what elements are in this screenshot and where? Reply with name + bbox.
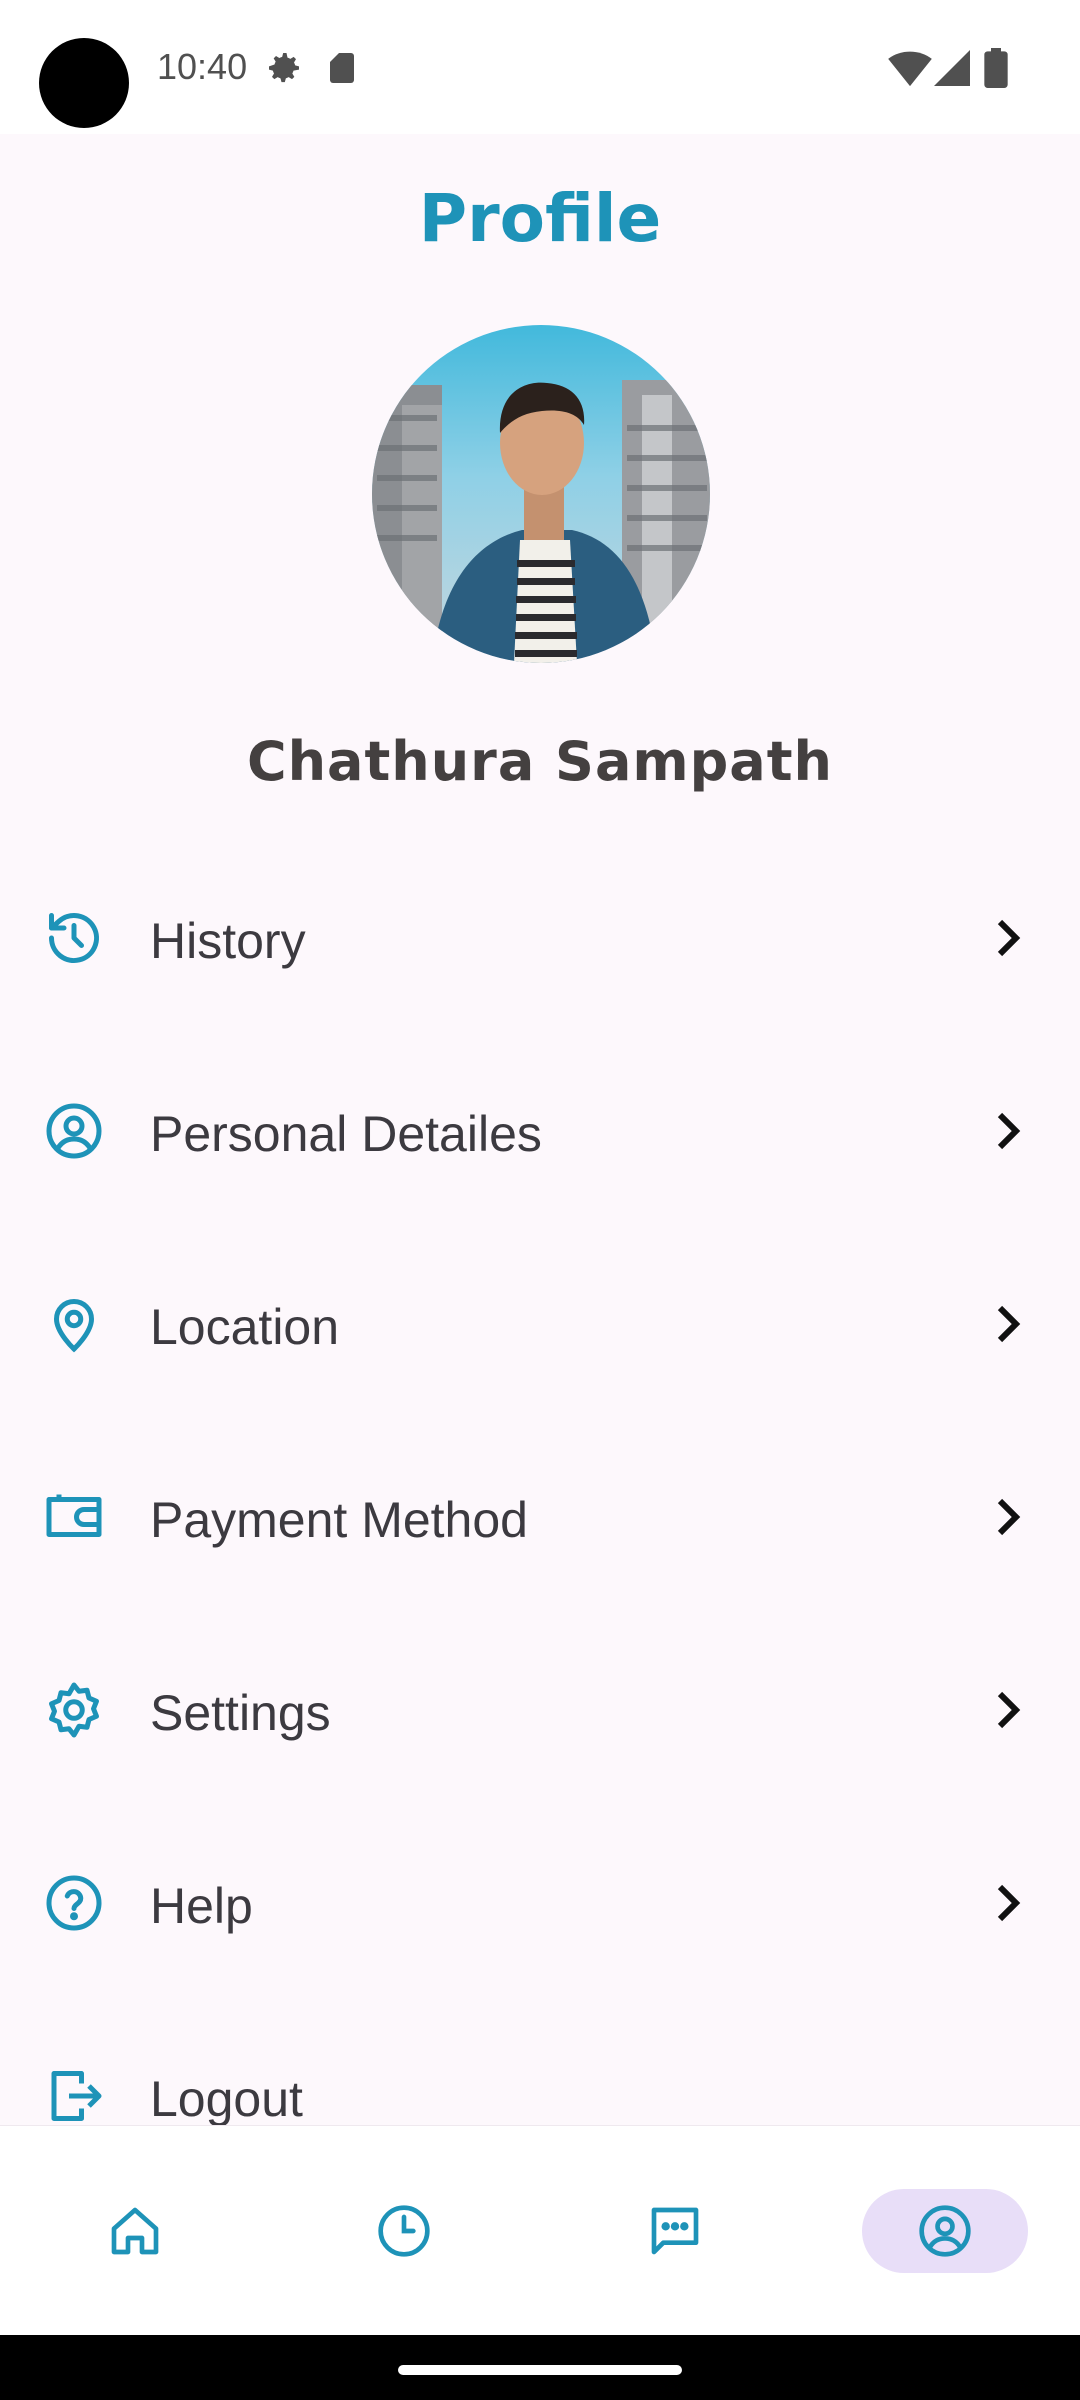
chat-icon bbox=[651, 2207, 699, 2255]
home-gesture-handle[interactable] bbox=[398, 2365, 682, 2375]
sd-card-icon bbox=[324, 48, 360, 93]
avatar[interactable] bbox=[372, 325, 710, 663]
menu-item-help[interactable]: Help bbox=[0, 1833, 1080, 1973]
status-bar: 10:40 bbox=[0, 0, 1080, 134]
menu-item-label: History bbox=[150, 913, 306, 969]
chevron-right-icon bbox=[990, 916, 1026, 960]
battery-icon bbox=[982, 48, 1010, 93]
wifi-icon bbox=[888, 48, 932, 93]
page-title: Profile bbox=[418, 180, 662, 257]
user-name: Chathura Sampath bbox=[246, 730, 834, 793]
logout-icon bbox=[44, 2066, 104, 2126]
nav-profile[interactable] bbox=[862, 2189, 1028, 2273]
chevron-right-icon bbox=[990, 1302, 1026, 1346]
nav-home[interactable] bbox=[52, 2189, 218, 2273]
menu-item-label: Location bbox=[150, 1299, 340, 1355]
menu-item-label: Help bbox=[150, 1878, 253, 1934]
chevron-right-icon bbox=[990, 1688, 1026, 1732]
menu-item-label: Payment Method bbox=[150, 1492, 528, 1548]
nav-messages[interactable] bbox=[592, 2189, 758, 2273]
signal-icon bbox=[934, 48, 970, 93]
gesture-navigation-bar bbox=[0, 2335, 1080, 2400]
camera-cutout bbox=[39, 38, 129, 128]
menu-item-payment-method[interactable]: Payment Method bbox=[0, 1447, 1080, 1587]
menu-item-personal-details[interactable]: Personal Detailes bbox=[0, 1061, 1080, 1201]
home-icon bbox=[111, 2207, 159, 2255]
history-icon bbox=[44, 908, 104, 968]
status-time: 10:40 bbox=[157, 46, 248, 87]
wallet-icon bbox=[44, 1487, 104, 1547]
help-circle-icon bbox=[44, 1873, 104, 1933]
chevron-right-icon bbox=[990, 1495, 1026, 1539]
menu-item-settings[interactable]: Settings bbox=[0, 1640, 1080, 1780]
chevron-right-icon bbox=[990, 1109, 1026, 1153]
profile-screen: 10:40 Profile Chathura Sampath History P… bbox=[0, 0, 1080, 2400]
menu-item-label: Personal Detailes bbox=[150, 1106, 542, 1162]
account-circle-icon bbox=[919, 2205, 971, 2257]
menu-item-label: Logout bbox=[150, 2071, 303, 2127]
menu-item-location[interactable]: Location bbox=[0, 1254, 1080, 1394]
clock-icon bbox=[378, 2205, 430, 2257]
location-pin-icon bbox=[44, 1294, 104, 1354]
settings-icon bbox=[264, 48, 304, 93]
account-circle-icon bbox=[44, 1101, 104, 1161]
nav-history[interactable] bbox=[321, 2189, 487, 2273]
chevron-right-icon bbox=[990, 1881, 1026, 1925]
gear-icon bbox=[44, 1680, 104, 1740]
bottom-nav bbox=[0, 2125, 1080, 2335]
menu-item-label: Settings bbox=[150, 1685, 331, 1741]
menu-item-history[interactable]: History bbox=[0, 868, 1080, 1008]
